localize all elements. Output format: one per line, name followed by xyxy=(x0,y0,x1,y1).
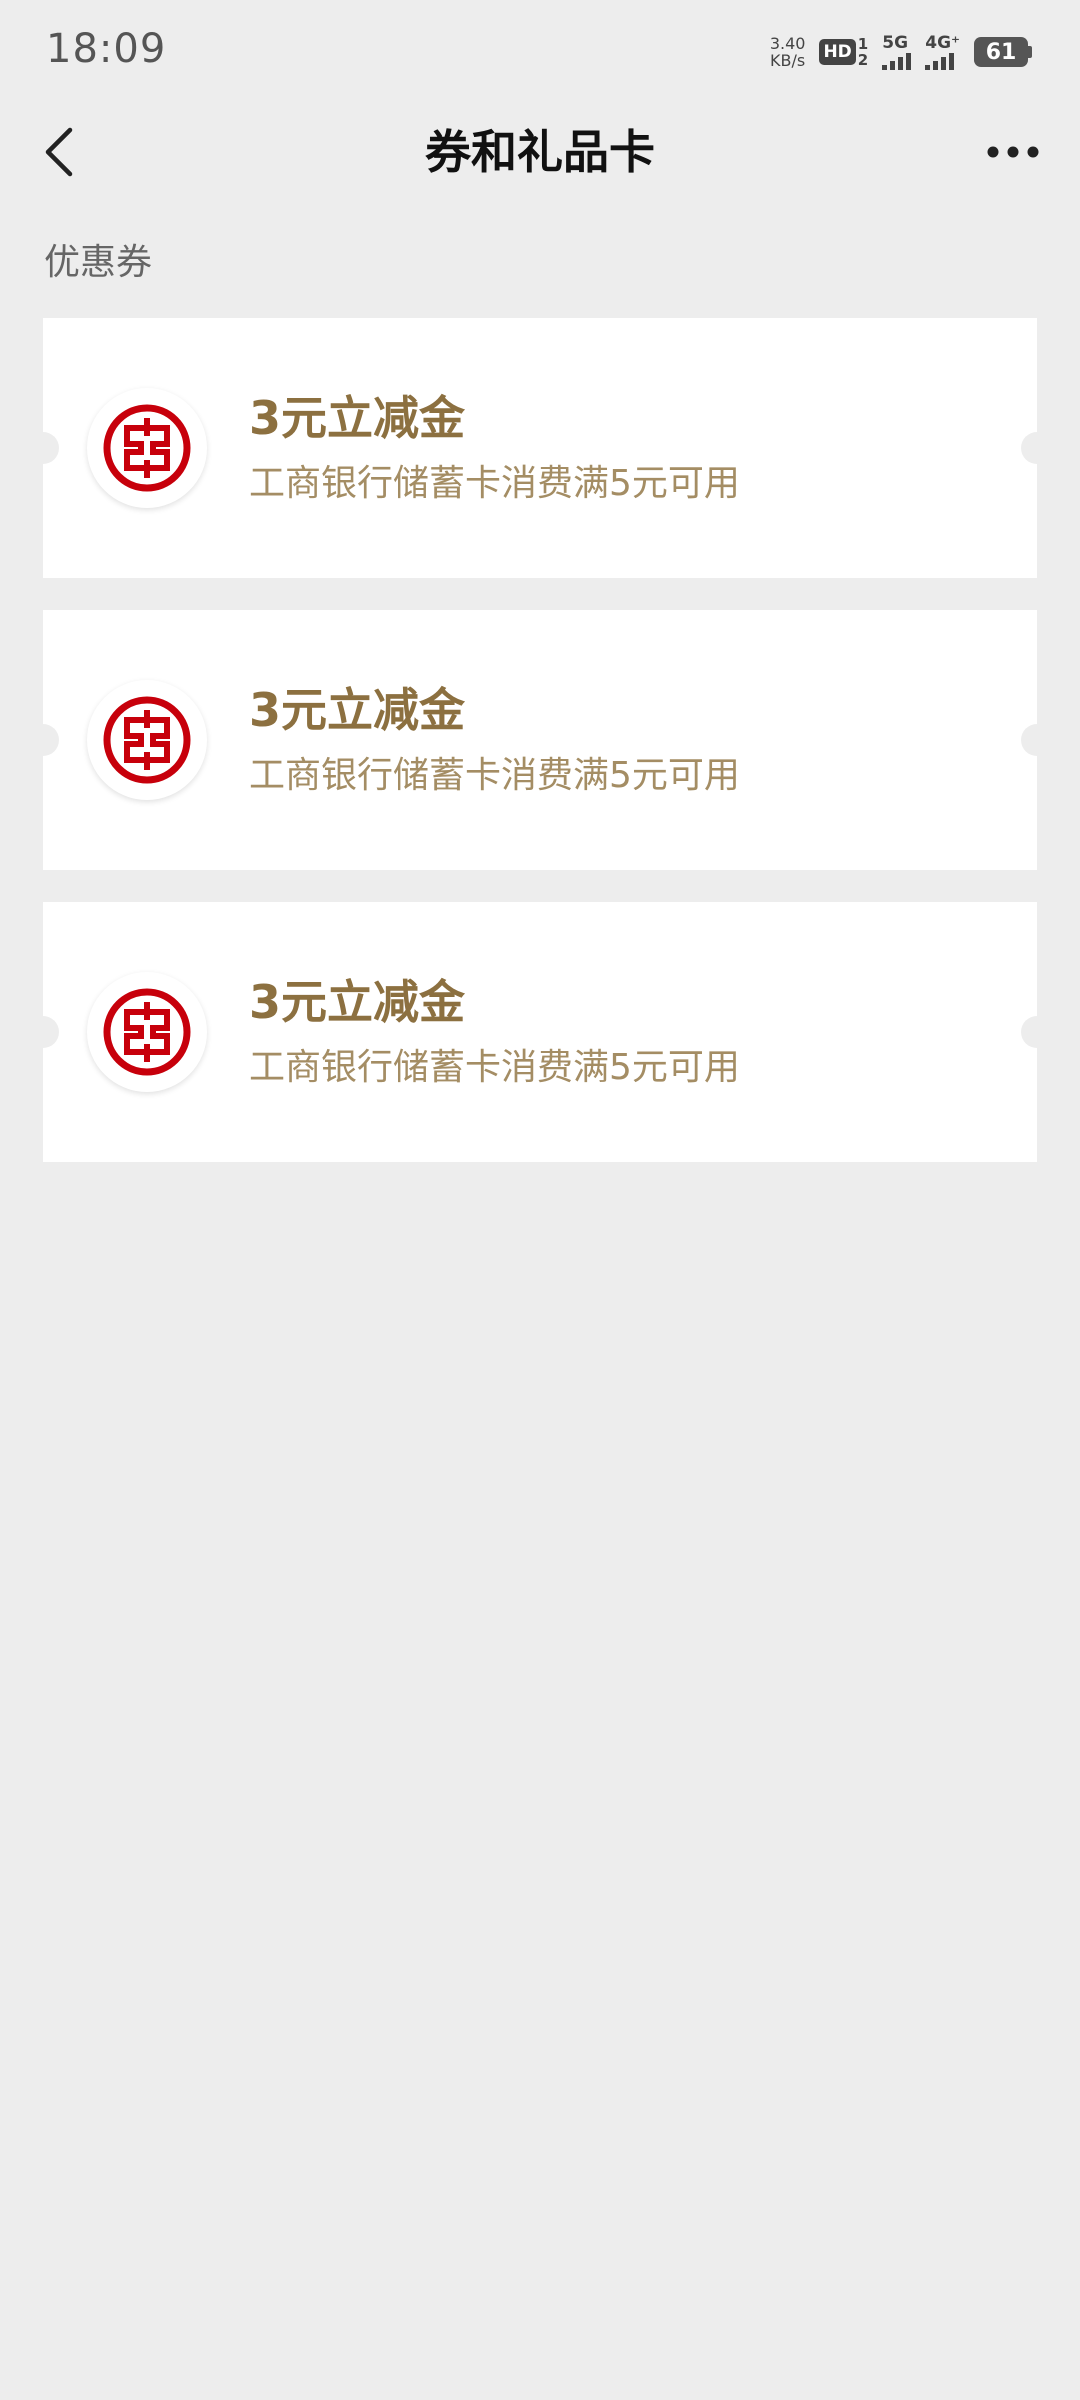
hd-sim-indicator: 1 2 xyxy=(858,36,868,68)
signal-bars-icon xyxy=(882,52,912,70)
signal-5g-label: 5G xyxy=(882,33,909,53)
signal-bars-icon xyxy=(925,52,955,70)
card-notch-right xyxy=(1021,432,1053,464)
signal-4g-label: 4G⁺ xyxy=(925,33,960,53)
nav-bar: 券和礼品卡 xyxy=(0,104,1080,200)
icbc-logo-icon xyxy=(87,680,207,800)
card-notch-left xyxy=(27,432,59,464)
coupon-description: 工商银行储蓄卡消费满5元可用 xyxy=(249,755,740,796)
hd-label: HD xyxy=(819,39,856,65)
page-title: 券和礼品卡 xyxy=(425,125,655,179)
battery-level: 61 xyxy=(974,37,1028,67)
status-icons: 3.40 KB/s HD 1 2 5G 4G⁺ 61 xyxy=(770,30,1032,74)
more-button[interactable] xyxy=(978,122,1048,182)
status-time: 18:09 xyxy=(46,26,167,72)
coupon-card[interactable]: 3元立减金 工商银行储蓄卡消费满5元可用 xyxy=(27,902,1053,1162)
hd-voice-icon: HD 1 2 xyxy=(819,36,868,68)
network-speed-unit: KB/s xyxy=(770,51,806,70)
hd-sub-bottom: 2 xyxy=(857,51,869,69)
coupon-card[interactable]: 3元立减金 工商银行储蓄卡消费满5元可用 xyxy=(27,610,1053,870)
card-notch-left xyxy=(27,1016,59,1048)
coupon-list: 3元立减金 工商银行储蓄卡消费满5元可用 3元立减金 工商银行储蓄卡消费满5元可… xyxy=(27,318,1053,1194)
more-dots-icon xyxy=(987,146,1039,158)
signal-5g-icon: 5G xyxy=(882,33,912,70)
coupon-description: 工商银行储蓄卡消费满5元可用 xyxy=(249,1047,740,1088)
card-notch-left xyxy=(27,724,59,756)
icbc-logo-icon xyxy=(87,972,207,1092)
coupon-description: 工商银行储蓄卡消费满5元可用 xyxy=(249,463,740,504)
card-notch-right xyxy=(1021,724,1053,756)
icbc-logo-icon xyxy=(87,388,207,508)
coupon-title: 3元立减金 xyxy=(249,683,466,737)
coupon-card[interactable]: 3元立减金 工商银行储蓄卡消费满5元可用 xyxy=(27,318,1053,578)
section-label-coupons: 优惠券 xyxy=(44,242,153,283)
network-speed: 3.40 KB/s xyxy=(770,35,806,69)
signal-4g-icon: 4G⁺ xyxy=(925,34,960,70)
card-notch-right xyxy=(1021,1016,1053,1048)
coupon-title: 3元立减金 xyxy=(249,975,466,1029)
status-bar: 18:09 3.40 KB/s HD 1 2 5G 4G⁺ 61 xyxy=(0,0,1080,104)
hd-sub-top: 1 xyxy=(857,35,869,53)
battery-icon: 61 xyxy=(974,37,1032,67)
coupon-title: 3元立减金 xyxy=(249,391,466,445)
network-speed-value: 3.40 xyxy=(769,34,806,53)
